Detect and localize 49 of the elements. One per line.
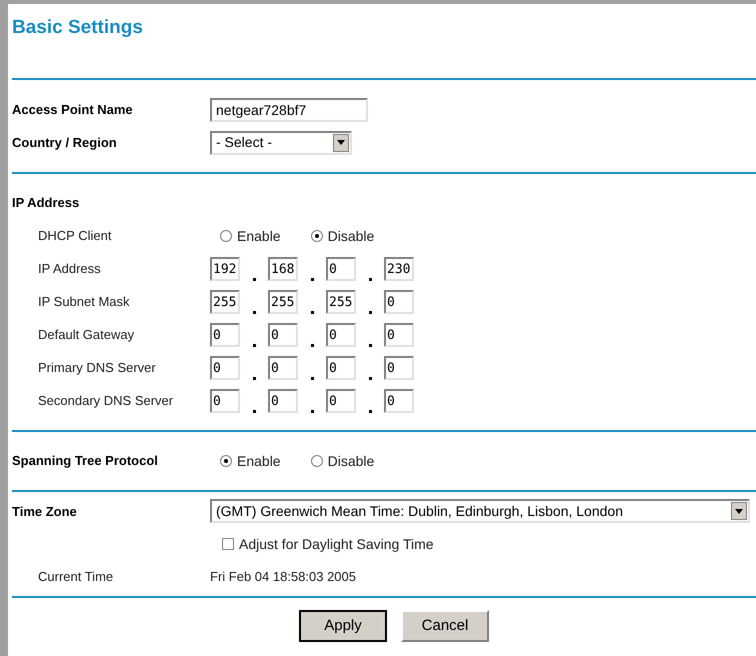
octet-field[interactable]: 0 [384,323,414,347]
field-label: Secondary DNS Server [38,392,174,410]
octet-field[interactable]: 255 [210,290,240,314]
dropdown[interactable]: - Select - [210,130,352,154]
octet-field[interactable]: 0 [384,356,414,380]
dropdown[interactable]: (GMT) Greenwich Mean Time: Dublin, Edinburgh, Lisbon, London [210,499,750,524]
octet-field[interactable]: 0 [268,389,298,413]
octet-field[interactable]: 255 [268,290,298,314]
field-label: Spanning Tree Protocol [12,452,159,470]
form-button[interactable]: Cancel [401,610,489,642]
field-label: DHCP Client [38,227,112,246]
field-label: Time Zone [12,502,78,521]
field-label: Current Time [38,568,114,586]
text-field[interactable]: netgear728bf7 [210,98,368,122]
octet-field[interactable]: 0 [268,323,298,347]
octet-field[interactable]: 255 [326,290,356,314]
radio-label: Enable [237,226,281,246]
octet-field[interactable]: 0 [326,323,356,347]
octet-field[interactable]: 0 [326,356,356,380]
octet-field[interactable]: 0 [326,257,356,281]
radio-label: Disable [328,226,374,246]
page-title: Basic Settings [12,16,144,40]
radio-label: Disable [328,452,374,470]
current-time-value: Fri Feb 04 18:58:03 2005 [210,568,356,586]
octet-field[interactable]: 168 [268,257,298,281]
checkbox[interactable] [222,538,234,550]
field-label: Default Gateway [38,326,136,344]
octet-field[interactable]: 192 [210,257,240,281]
field-label: Access Point Name [12,100,134,119]
form-button[interactable]: Apply [299,610,387,642]
octet-field[interactable]: 0 [210,356,240,380]
field-label: IP Subnet Mask [38,293,131,312]
octet-field[interactable]: 230 [384,257,414,281]
radio-button[interactable] [310,230,323,242]
octet-field[interactable]: 0 [210,389,240,413]
field-label: Primary DNS Server [38,359,157,378]
octet-field[interactable]: 0 [384,389,414,413]
octet-field[interactable]: 0 [210,323,240,347]
field-label: IP Address [38,260,102,278]
radio-label: Enable [237,452,281,470]
radio-button[interactable] [220,230,232,242]
checkbox-label: Adjust for Daylight Saving Time [239,534,434,554]
octet-field[interactable]: 0 [268,356,298,380]
section-heading: IP Address [12,194,80,212]
octet-field[interactable]: 0 [326,389,356,413]
radio-button[interactable] [220,455,232,467]
radio-button[interactable] [310,455,323,467]
field-label: Country / Region [12,134,118,152]
octet-field[interactable]: 0 [384,290,414,314]
